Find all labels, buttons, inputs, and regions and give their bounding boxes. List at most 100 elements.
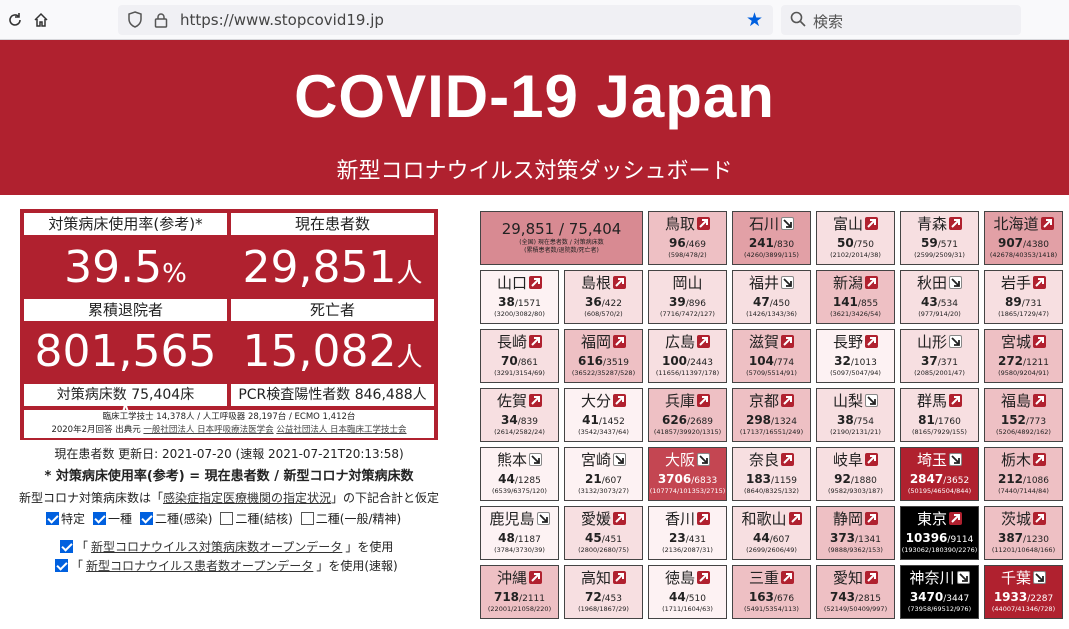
prefecture-tile[interactable]: 愛媛 45/451 (2800/2680/75)	[564, 506, 643, 560]
page-subtitle: 新型コロナウイルス対策ダッシュボード	[336, 159, 733, 184]
prefecture-tile[interactable]: 沖縄 718/2111 (22001/21058/220)	[480, 565, 559, 619]
home-icon[interactable]	[30, 9, 52, 31]
reload-icon[interactable]	[4, 9, 26, 31]
prefecture-detail: (50195/46504/844)	[907, 487, 972, 495]
prefecture-tile[interactable]: 和歌山 44/607 (2699/2606/49)	[732, 506, 811, 560]
search-bar[interactable]: 検索	[781, 5, 1021, 35]
patient-opendata-link[interactable]: 新型コロナウイルス患者数オープンデータ	[86, 557, 313, 574]
prefecture-detail: (1711/1604/63)	[662, 605, 713, 613]
prefecture-detail: (11656/11397/178)	[655, 369, 720, 377]
lock-icon[interactable]	[154, 12, 168, 28]
prefecture-counts: 241/830	[748, 236, 795, 250]
prefecture-tile[interactable]: 石川 241/830 (4260/3899/115)	[732, 211, 811, 265]
prefecture-tile[interactable]: 鳥取 96/469 (598/478/2)	[648, 211, 727, 265]
prefecture-tile[interactable]: 福島 152/773 (5206/4892/162)	[984, 388, 1063, 442]
prefecture-tile[interactable]: 栃木 212/1086 (7440/7144/84)	[984, 447, 1063, 501]
prefecture-tile[interactable]: 愛知 743/2815 (52149/50409/997)	[816, 565, 895, 619]
prefecture-tile[interactable]: 高知 72/453 (1968/1867/29)	[564, 565, 643, 619]
checkbox-tokutei[interactable]: 特定	[46, 510, 85, 527]
bed-opendata-link[interactable]: 新型コロナウイルス対策病床数オープンデータ	[91, 538, 342, 555]
prefecture-tile[interactable]: 福井 47/450 (1426/1343/36)	[732, 270, 811, 324]
prefecture-tile[interactable]: 埼玉 2847/3652 (50195/46504/844)	[900, 447, 979, 501]
checkbox-nishu-kekkaku[interactable]: 二種(結核)	[220, 510, 293, 527]
bed-count-note: 新型コロナ対策病床数は「感染症指定医療機関の指定状況」の下記合計と仮定	[18, 491, 440, 505]
prefecture-name: 群馬	[901, 392, 978, 410]
prefecture-detail: (22001/21058/220)	[487, 605, 552, 613]
prefecture-tile[interactable]: 大分 41/1452 (3542/3437/64)	[564, 388, 643, 442]
prefecture-tile[interactable]: 兵庫 626/2689 (41857/39920/1315)	[648, 388, 727, 442]
prefecture-detail: (5491/5354/113)	[744, 605, 799, 613]
prefecture-name: 福井	[733, 274, 810, 292]
prefecture-tile[interactable]: 山梨 38/754 (2190/2131/21)	[816, 388, 895, 442]
prefecture-name: 宮城	[985, 333, 1062, 351]
prefecture-tile[interactable]: 福岡 616/3519 (36522/35287/528)	[564, 329, 643, 383]
prefecture-tile[interactable]: 青森 59/571 (2599/2509/31)	[900, 211, 979, 265]
trend-up-arrow-icon	[529, 571, 542, 584]
source-link-1[interactable]: 一般社団法人 日本呼吸療法医学会	[143, 425, 273, 435]
prefecture-tile[interactable]: 佐賀 34/839 (2614/2582/24)	[480, 388, 559, 442]
prefecture-tile[interactable]: 静岡 373/1341 (9888/9362/153)	[816, 506, 895, 560]
national-summary-tile[interactable]: 29,851 / 75,404 (全国) 現在患者数 / 対策病床数 (累積患者数…	[480, 211, 643, 265]
prefecture-tile[interactable]: 宮城 272/1211 (9580/9204/91)	[984, 329, 1063, 383]
prefecture-tile[interactable]: 島根 36/422 (608/570/2)	[564, 270, 643, 324]
prefecture-tile[interactable]: 岐阜 92/1880 (9582/9303/187)	[816, 447, 895, 501]
prefecture-tile[interactable]: 徳島 44/510 (1711/1604/63)	[648, 565, 727, 619]
prefecture-tile[interactable]: 滋賀 104/774 (5709/5514/91)	[732, 329, 811, 383]
prefecture-name: 京都	[733, 392, 810, 410]
checkbox-isshu[interactable]: 一種	[93, 510, 132, 527]
prefecture-tile[interactable]: 東京 10396/9114 (193062/180390/2276)	[900, 506, 979, 560]
prefecture-tile[interactable]: 長野 32/1013 (5097/5047/94)	[816, 329, 895, 383]
prefecture-tile[interactable]: 鹿児島 48/1187 (3784/3730/39)	[480, 506, 559, 560]
checkbox-nishu-kansen[interactable]: 二種(感染)	[140, 510, 212, 527]
prefecture-detail: (8640/8325/132)	[744, 487, 799, 495]
designated-hospitals-link[interactable]: 感染症指定医療機関の指定状況	[163, 491, 331, 505]
prefecture-counts: 743/2815	[829, 590, 881, 604]
prefecture-tile[interactable]: 奈良 183/1159 (8640/8325/132)	[732, 447, 811, 501]
prefecture-name: 奈良	[733, 451, 810, 469]
prefecture-counts: 72/453	[585, 590, 622, 604]
prefecture-tile[interactable]: 富山 50/750 (2102/2014/38)	[816, 211, 895, 265]
prefecture-tile[interactable]: 三重 163/676 (5491/5354/113)	[732, 565, 811, 619]
trend-up-arrow-icon	[697, 571, 710, 584]
address-bar[interactable]: https://www.stopcovid19.jp ★	[118, 5, 773, 35]
prefecture-tile[interactable]: 群馬 81/1760 (8165/7929/155)	[900, 388, 979, 442]
prefecture-detail: (52149/50409/997)	[823, 605, 888, 613]
prefecture-tile[interactable]: 山口 38/1571 (3200/3082/80)	[480, 270, 559, 324]
option-patient-opendata[interactable]: 「新型コロナウイルス患者数オープンデータ 」を使用(速報)	[55, 557, 398, 574]
prefecture-detail: (598/478/2)	[668, 251, 707, 259]
prefecture-tile[interactable]: 岡山 39/896 (7716/7472/127)	[648, 270, 727, 324]
prefecture-tile[interactable]: 山形 37/371 (2085/2001/47)	[900, 329, 979, 383]
checkbox-nishu-ippan[interactable]: 二種(一般/精神)	[300, 510, 401, 527]
prefecture-tile[interactable]: 熊本 44/1285 (6539/6375/120)	[480, 447, 559, 501]
prefecture-tile[interactable]: 大阪 3706/6833 (107774/101353/2715)	[648, 447, 727, 501]
prefecture-detail: (3784/3730/39)	[494, 546, 545, 554]
prefecture-tile[interactable]: 京都 298/1324 (17137/16551/249)	[732, 388, 811, 442]
prefecture-tile[interactable]: 北海道 907/4380 (42678/40353/1418)	[984, 211, 1063, 265]
prefecture-tile[interactable]: 香川 23/431 (2136/2087/31)	[648, 506, 727, 560]
prefecture-tile[interactable]: 神奈川 3470/3447 (73958/69512/976)	[900, 565, 979, 619]
tracking-protection-shield-icon[interactable]	[127, 11, 143, 28]
trend-up-arrow-icon	[529, 276, 542, 289]
prefecture-tile[interactable]: 宮崎 21/607 (3132/3073/27)	[564, 447, 643, 501]
prefecture-name: 茨城	[985, 510, 1062, 528]
prefecture-name: 北海道	[985, 215, 1062, 233]
prefecture-counts: 37/371	[921, 354, 958, 368]
current-patients-label: 現在患者数	[231, 213, 434, 235]
prefecture-name: 岡山	[672, 274, 703, 292]
prefecture-name: 岐阜	[817, 451, 894, 469]
url-text[interactable]: https://www.stopcovid19.jp	[180, 11, 384, 29]
stats-panel: 対策病床使用率(参考)* 現在患者数 39.5% 29,851人 累積退院者 死…	[20, 209, 438, 440]
prefecture-tile[interactable]: 岩手 89/731 (1865/1729/47)	[984, 270, 1063, 324]
prefecture-tile[interactable]: 秋田 43/534 (977/914/20)	[900, 270, 979, 324]
prefecture-counts: 23/431	[669, 531, 706, 545]
bookmark-star-icon[interactable]: ★	[746, 9, 763, 31]
source-link-2[interactable]: 公益社団法人 日本臨床工学技士会	[276, 425, 406, 435]
trend-down-arrow-icon	[613, 453, 626, 466]
option-bed-opendata[interactable]: 「新型コロナウイルス対策病床数オープンデータ 」を使用	[60, 538, 393, 555]
prefecture-tile[interactable]: 茨城 387/1230 (11201/10648/166)	[984, 506, 1063, 560]
prefecture-tile[interactable]: 広島 100/2443 (11656/11397/178)	[648, 329, 727, 383]
prefecture-tile[interactable]: 千葉 1933/2287 (44007/41346/728)	[984, 565, 1063, 619]
trend-up-arrow-icon	[781, 453, 794, 466]
prefecture-tile[interactable]: 長崎 70/861 (3291/3154/69)	[480, 329, 559, 383]
prefecture-tile[interactable]: 新潟 141/855 (3621/3426/54)	[816, 270, 895, 324]
